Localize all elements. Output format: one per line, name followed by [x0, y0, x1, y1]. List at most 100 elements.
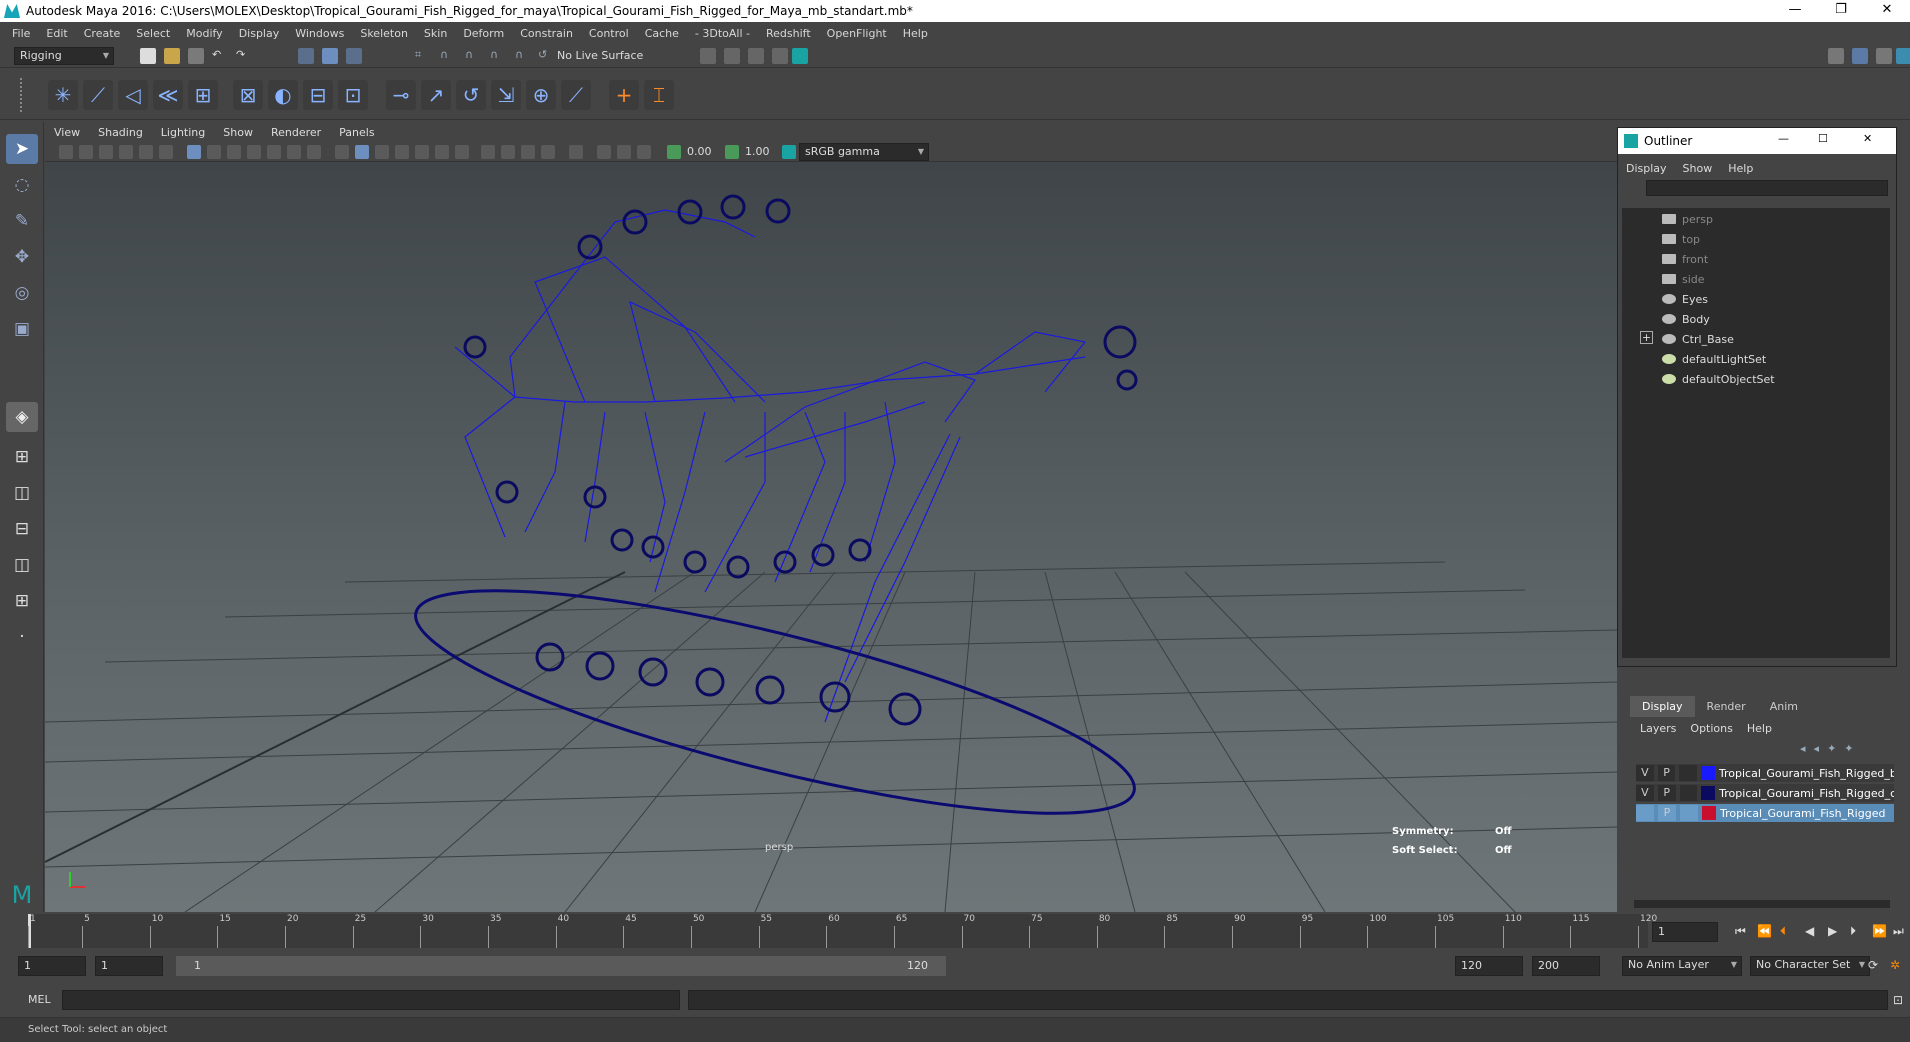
- menu-create[interactable]: Create: [76, 27, 129, 40]
- new-scene-icon[interactable]: [140, 48, 156, 64]
- ik-spline-icon[interactable]: ◁: [118, 80, 148, 110]
- vp-menu-panels[interactable]: Panels: [330, 126, 383, 139]
- layers-menu-layers[interactable]: Layers: [1640, 722, 1676, 735]
- layer-color-swatch[interactable]: [1701, 766, 1715, 780]
- playback-end-field[interactable]: 120: [1455, 956, 1523, 976]
- tab-display[interactable]: Display: [1630, 696, 1695, 717]
- layer-visibility-toggle[interactable]: V: [1636, 785, 1654, 801]
- character-set-dropdown[interactable]: No Character Set: [1750, 956, 1870, 976]
- move-tool-icon[interactable]: ✥: [6, 242, 38, 272]
- single-perspective-icon[interactable]: ◈: [6, 402, 38, 432]
- expand-ctrl-base-icon[interactable]: +: [1640, 331, 1653, 344]
- new-layer-selected-icon[interactable]: ✦: [1844, 742, 1853, 755]
- pole-vector-icon[interactable]: ⟋: [561, 80, 591, 110]
- menu-control[interactable]: Control: [581, 27, 637, 40]
- outliner-close-button[interactable]: ✕: [1863, 132, 1872, 145]
- new-layer-icon[interactable]: ✦: [1827, 742, 1836, 755]
- outliner-item-body[interactable]: Body: [1662, 310, 1710, 328]
- layer-playback-toggle[interactable]: P: [1658, 805, 1676, 821]
- select-object-icon[interactable]: [322, 48, 338, 64]
- step-forward-frame-icon[interactable]: ⏵: [1850, 924, 1864, 938]
- outliner-menu-display[interactable]: Display: [1626, 162, 1667, 175]
- scale-tool-icon[interactable]: ▣: [6, 314, 38, 344]
- layer-display-type[interactable]: [1679, 765, 1698, 781]
- layer-row[interactable]: V P Tropical_Gourami_Fish_Rigged_c: [1636, 784, 1894, 802]
- live-surface-label[interactable]: No Live Surface: [557, 49, 643, 62]
- vp-menu-renderer[interactable]: Renderer: [262, 126, 330, 139]
- menu-modify[interactable]: Modify: [178, 27, 230, 40]
- layout-attr-icon[interactable]: [1852, 48, 1868, 64]
- wireframe-on-shaded-icon[interactable]: [395, 145, 409, 159]
- menuset-dropdown[interactable]: Rigging: [14, 47, 114, 65]
- save-scene-icon[interactable]: [188, 48, 204, 64]
- script-editor-icon[interactable]: ⊡: [1893, 993, 1907, 1007]
- tab-anim[interactable]: Anim: [1758, 696, 1810, 717]
- rig-marker-icon[interactable]: ⌶: [644, 80, 674, 110]
- layer-color-swatch[interactable]: [1702, 806, 1716, 820]
- current-frame-field[interactable]: 1: [1652, 922, 1718, 942]
- step-back-key-icon[interactable]: ⏪: [1757, 924, 1772, 938]
- channelbox-toggle-icon[interactable]: [1896, 48, 1910, 64]
- command-input[interactable]: [62, 990, 680, 1010]
- resolution-gate-icon[interactable]: [227, 145, 241, 159]
- render-settings-icon[interactable]: [700, 48, 716, 64]
- persp-outliner-icon[interactable]: ◫: [6, 478, 38, 508]
- menu-file[interactable]: File: [4, 27, 38, 40]
- color-management-icon[interactable]: [782, 145, 796, 159]
- outliner-search-input[interactable]: [1646, 180, 1888, 196]
- move-layer-down-icon[interactable]: ◂: [1814, 742, 1820, 755]
- grease-pencil-icon[interactable]: [159, 145, 173, 159]
- menu-display[interactable]: Display: [231, 27, 288, 40]
- safe-action-icon[interactable]: [287, 145, 301, 159]
- outliner-titlebar[interactable]: Outliner — ☐ ✕: [1618, 128, 1896, 154]
- layer-visibility-toggle[interactable]: V: [1636, 765, 1654, 781]
- camera-attr-icon[interactable]: [79, 145, 93, 159]
- orient-joint-icon[interactable]: ⊞: [188, 80, 218, 110]
- outliner-item-front[interactable]: front: [1662, 250, 1708, 268]
- persp-graph-icon[interactable]: ⊟: [6, 514, 38, 544]
- custom-layout-icon[interactable]: ·: [6, 622, 38, 652]
- image-plane-icon[interactable]: [119, 145, 133, 159]
- anim-layer-dropdown[interactable]: No Anim Layer: [1622, 956, 1742, 976]
- snap-point-icon[interactable]: ∩: [465, 48, 481, 64]
- aim-constraint-icon[interactable]: ↗: [421, 80, 451, 110]
- outliner-item-ctrl-base[interactable]: Ctrl_Base: [1662, 330, 1734, 348]
- cluster-icon[interactable]: ⊡: [338, 80, 368, 110]
- isolate-select-icon[interactable]: [569, 145, 583, 159]
- bookmark-icon[interactable]: [99, 145, 113, 159]
- gamma-icon[interactable]: [725, 145, 739, 159]
- outliner-item-eyes[interactable]: Eyes: [1662, 290, 1708, 308]
- go-to-start-icon[interactable]: ⏮: [1735, 924, 1749, 938]
- layer-row-selected[interactable]: P Tropical_Gourami_Fish_Rigged: [1636, 804, 1894, 822]
- gamma-value[interactable]: 1.00: [745, 145, 770, 158]
- ipr-render-icon[interactable]: [748, 48, 764, 64]
- outliner-menu-help[interactable]: Help: [1728, 162, 1753, 175]
- dof-icon[interactable]: [541, 145, 555, 159]
- move-layer-up-icon[interactable]: ◂: [1800, 742, 1806, 755]
- timeline-track[interactable]: 1 5 10 15 20 25 30 35 40 45 50 55 60 65 70 75 80 85 90 95 10…: [28, 914, 1657, 948]
- colorspace-dropdown[interactable]: sRGB gamma: [799, 143, 929, 161]
- safe-title-icon[interactable]: [307, 145, 321, 159]
- wireframe-icon[interactable]: [335, 145, 349, 159]
- motion-blur-icon[interactable]: [501, 145, 515, 159]
- snap-curve-icon[interactable]: ∩: [440, 48, 456, 64]
- minimize-button[interactable]: —: [1772, 0, 1818, 22]
- layer-row[interactable]: V P Tropical_Gourami_Fish_Rigged_b: [1636, 764, 1894, 782]
- point-constraint-icon[interactable]: ⊸: [386, 80, 416, 110]
- auto-key-icon[interactable]: ⟳: [1868, 958, 1882, 972]
- layer-name[interactable]: Tropical_Gourami_Fish_Rigged: [1720, 807, 1885, 820]
- maya-home-icon[interactable]: M: [6, 880, 38, 910]
- menu-3dtoall[interactable]: - 3DtoAll -: [687, 27, 758, 40]
- snap-live-icon[interactable]: ↺: [538, 48, 554, 64]
- use-lights-icon[interactable]: [435, 145, 449, 159]
- gate-mask-icon[interactable]: [247, 145, 261, 159]
- menu-constrain[interactable]: Constrain: [512, 27, 581, 40]
- outliner-maximize-button[interactable]: ☐: [1818, 132, 1828, 145]
- 2d-pan-icon[interactable]: [139, 145, 153, 159]
- menu-select[interactable]: Select: [128, 27, 178, 40]
- anim-end-field[interactable]: 200: [1532, 956, 1600, 976]
- layout-tool-icon[interactable]: [1876, 48, 1892, 64]
- fish-rig-wireframe[interactable]: [400, 209, 1151, 857]
- menu-help[interactable]: Help: [895, 27, 936, 40]
- rotate-tool-icon[interactable]: ◎: [6, 278, 38, 308]
